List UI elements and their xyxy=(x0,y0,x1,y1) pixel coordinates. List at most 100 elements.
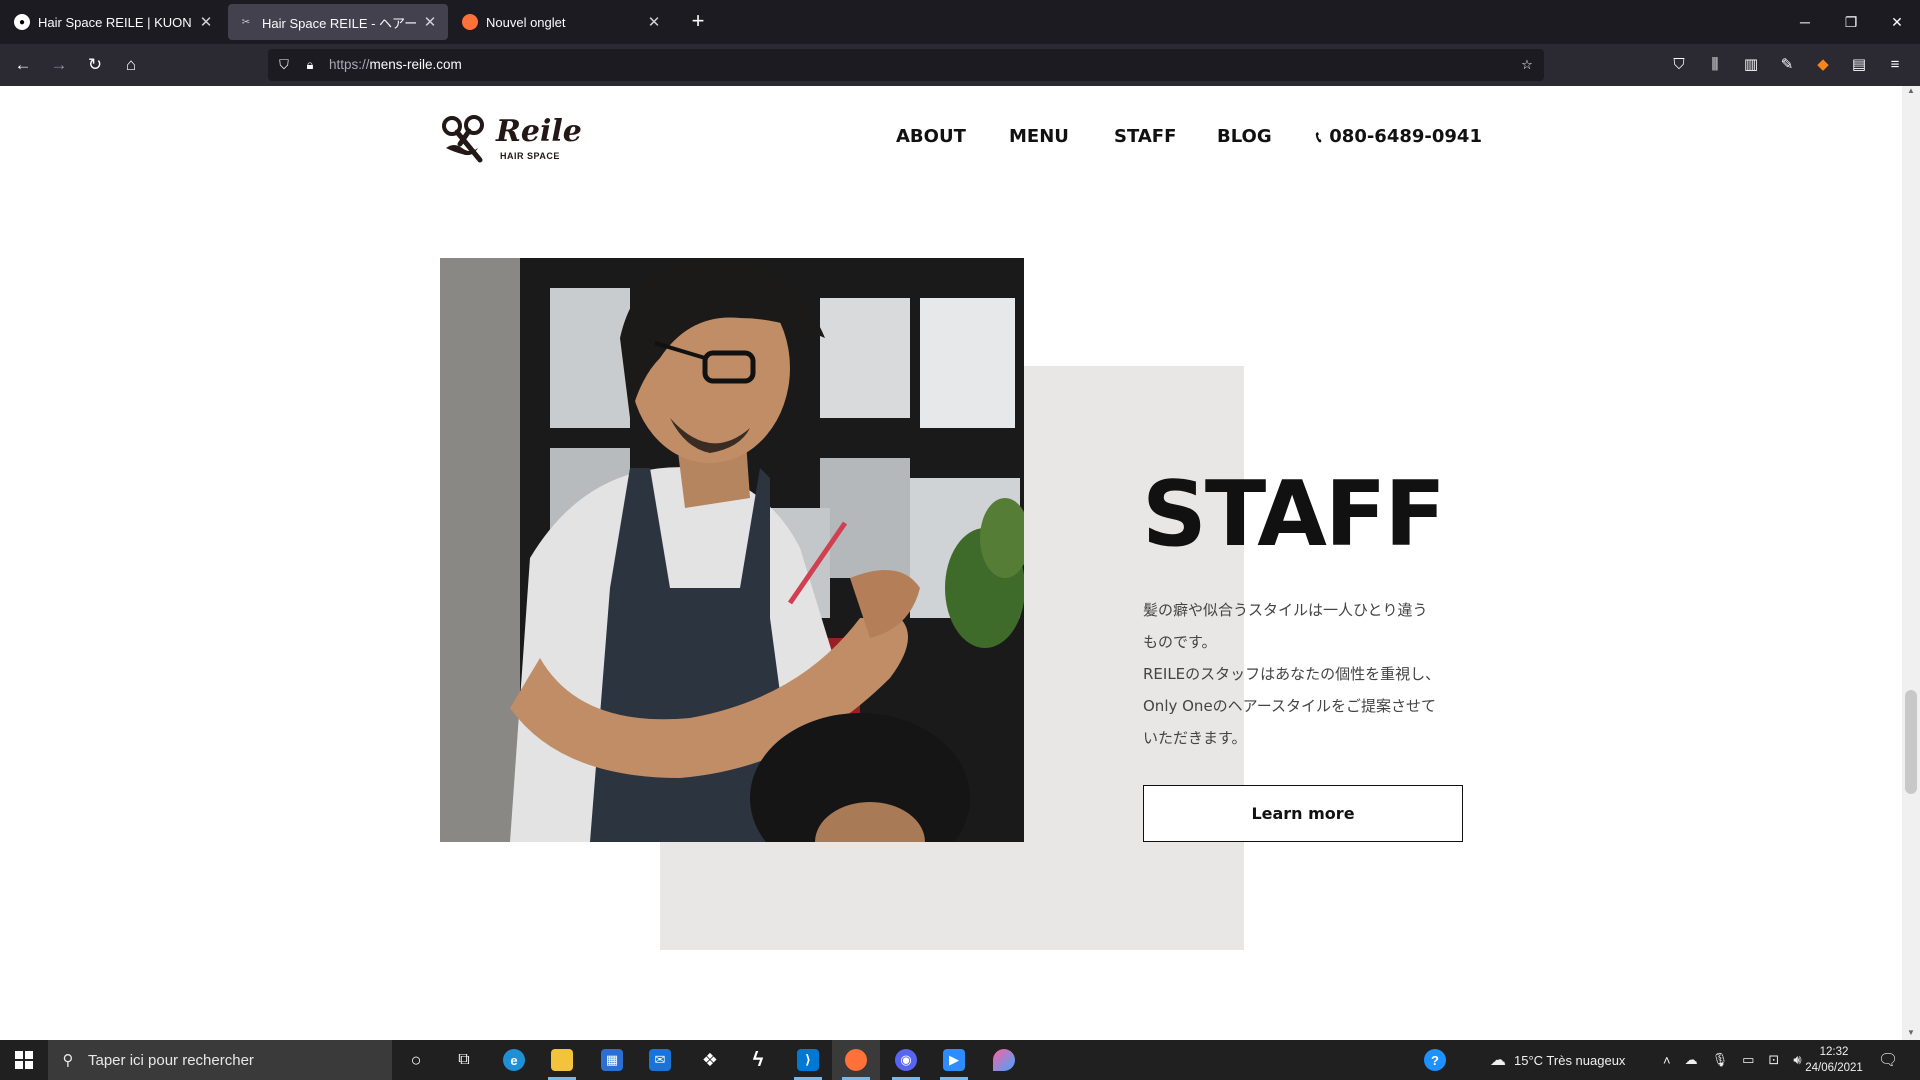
firefox-favicon-icon xyxy=(462,14,478,30)
edit-extension-icon[interactable]: ✎ xyxy=(1776,53,1798,75)
discord-app[interactable]: ◉ xyxy=(882,1040,930,1080)
windows-logo-icon xyxy=(15,1051,33,1069)
nav-blog[interactable]: BLOG xyxy=(1217,126,1272,147)
extension-menu-icon[interactable]: ▤ xyxy=(1848,53,1870,75)
taskbar-search[interactable]: ⚲ Taper ici pour rechercher xyxy=(48,1040,392,1080)
scroll-up-icon[interactable]: ▲ xyxy=(1902,86,1920,98)
weather-text: 15°C Très nuageux xyxy=(1514,1052,1626,1068)
lock-icon[interactable]: 🔒︎ xyxy=(301,56,319,74)
phone-link[interactable]: 📞︎ 080-6489-0941 xyxy=(1316,126,1482,147)
pocket-icon[interactable]: ⛉ xyxy=(1668,53,1690,75)
site-favicon-icon: ● xyxy=(14,14,30,30)
search-icon: ⚲ xyxy=(62,1052,74,1069)
onedrive-icon[interactable]: ☁ xyxy=(1685,1052,1698,1068)
firefox-icon xyxy=(845,1049,867,1071)
close-tab-icon[interactable]: ✕ xyxy=(422,13,438,31)
discord-icon: ◉ xyxy=(895,1049,917,1071)
notification-center-button[interactable]: 🗨︎ xyxy=(1878,1040,1898,1080)
hamburger-menu-icon[interactable]: ≡ xyxy=(1884,53,1906,75)
task-view-icon: ⧉ xyxy=(458,1051,470,1068)
section-title: STAFF xyxy=(1142,462,1446,567)
metamask-extension-icon[interactable]: ◆ xyxy=(1812,53,1834,75)
tab-title: Hair Space REILE | KUON YAGI P xyxy=(38,14,194,30)
edge-app[interactable]: e xyxy=(490,1040,538,1080)
site-logo[interactable]: Reile HAIR SPACE xyxy=(440,114,582,166)
barber-photo-illustration xyxy=(440,258,1024,842)
task-view-button[interactable]: ⧉ xyxy=(440,1040,488,1080)
dropbox-icon: ❖ xyxy=(701,1049,719,1070)
cortana-button[interactable]: ○ xyxy=(392,1040,440,1080)
edge-icon: e xyxy=(503,1049,525,1071)
browser-toolbar: ← → ↻ ⌂ ⛉ 🔒︎ https://mens-reile.com ☆ ⛉ … xyxy=(0,44,1920,86)
phone-icon: 📞︎ xyxy=(1316,127,1322,146)
mail-app[interactable]: ✉ xyxy=(636,1040,684,1080)
bookmark-star-icon[interactable]: ☆ xyxy=(1518,56,1536,74)
staff-photo xyxy=(440,258,1024,842)
nav-staff[interactable]: STAFF xyxy=(1114,126,1176,147)
firefox-app[interactable] xyxy=(832,1040,880,1080)
scissors-favicon-icon: ✂ xyxy=(241,16,251,28)
scroll-down-icon[interactable]: ▼ xyxy=(1902,1028,1920,1040)
description-line: REILEのスタッフはあなたの個性を重視し、 xyxy=(1143,665,1441,683)
page-scrollbar[interactable]: ▲ ▼ xyxy=(1902,86,1920,1040)
microphone-icon[interactable]: 🎙︎ xyxy=(1712,1052,1729,1068)
tab-reile-home[interactable]: ✂ Hair Space REILE - ヘアースペ ✕ xyxy=(228,4,448,40)
description-line: 髪の癖や似合うスタイルは一人ひとり違う xyxy=(1143,601,1428,619)
close-tab-icon[interactable]: ✕ xyxy=(198,13,214,31)
weather-widget[interactable]: ☁ 15°C Très nuageux xyxy=(1490,1040,1625,1080)
reload-icon[interactable]: ↻ xyxy=(81,51,109,79)
chevron-up-icon[interactable]: ˄ xyxy=(1663,1053,1671,1068)
minimize-icon[interactable]: ─ xyxy=(1782,0,1828,44)
home-icon[interactable]: ⌂ xyxy=(117,51,145,79)
zoom-icon: ▶ xyxy=(943,1049,965,1071)
browser-tab-bar: ● Hair Space REILE | KUON YAGI P ✕ ✂ Hai… xyxy=(0,0,1920,44)
help-tray[interactable]: ? xyxy=(1424,1040,1446,1080)
dropbox-app[interactable]: ❖ xyxy=(686,1040,734,1080)
back-icon[interactable]: ← xyxy=(9,51,37,79)
new-tab-button[interactable]: + xyxy=(686,10,710,34)
help-icon: ? xyxy=(1424,1049,1446,1071)
url-text[interactable]: https://mens-reile.com xyxy=(329,57,462,72)
tab-reile-kuon[interactable]: ● Hair Space REILE | KUON YAGI P ✕ xyxy=(4,4,224,40)
nav-menu[interactable]: MENU xyxy=(1009,126,1069,147)
vscode-icon: ⟩ xyxy=(797,1049,819,1071)
learn-more-button[interactable]: Learn more xyxy=(1143,785,1463,842)
tab-new[interactable]: Nouvel onglet ✕ xyxy=(452,4,672,40)
battery-icon[interactable]: ▭ xyxy=(1742,1052,1754,1068)
web-page: Reile HAIR SPACE ABOUT MENU STAFF BLOG 📞… xyxy=(0,86,1902,1040)
cortana-icon: ○ xyxy=(410,1049,422,1070)
start-button[interactable] xyxy=(0,1040,48,1080)
network-icon[interactable]: ⊡ xyxy=(1768,1052,1779,1068)
scrollbar-thumb[interactable] xyxy=(1905,690,1917,794)
search-placeholder: Taper ici pour rechercher xyxy=(88,1051,254,1069)
cloud-icon: ☁ xyxy=(1490,1052,1506,1069)
nav-about[interactable]: ABOUT xyxy=(896,126,966,147)
zoom-app[interactable]: ▶ xyxy=(930,1040,978,1080)
shield-icon[interactable]: ⛉ xyxy=(275,56,293,74)
store-app[interactable]: ▦ xyxy=(588,1040,636,1080)
file-explorer-app[interactable] xyxy=(538,1040,586,1080)
notification-icon: 🗨︎ xyxy=(1878,1052,1899,1069)
url-bar[interactable]: ⛉ 🔒︎ https://mens-reile.com ☆ xyxy=(268,49,1544,81)
close-tab-icon[interactable]: ✕ xyxy=(646,13,662,31)
lightning-icon: ϟ xyxy=(752,1048,764,1071)
restore-icon[interactable]: ❐ xyxy=(1828,0,1874,44)
tab-title: Nouvel onglet xyxy=(486,14,566,30)
library-icon[interactable]: ⫼ xyxy=(1704,53,1726,75)
paint-app[interactable] xyxy=(980,1040,1028,1080)
description-line: ものです。 xyxy=(1143,633,1217,651)
sidebar-icon[interactable]: ▥ xyxy=(1740,53,1762,75)
logo-subtitle: HAIR SPACE xyxy=(500,151,560,161)
scissors-logo-icon xyxy=(442,115,484,163)
logo-wordmark: Reile xyxy=(496,114,582,149)
close-window-icon[interactable]: ✕ xyxy=(1874,0,1920,44)
shell-app[interactable]: ϟ xyxy=(734,1040,782,1080)
clock-time: 12:32 xyxy=(1819,1046,1849,1058)
forward-icon[interactable]: → xyxy=(45,51,73,79)
url-scheme: https:// xyxy=(329,57,370,72)
vscode-app[interactable]: ⟩ xyxy=(784,1040,832,1080)
clock[interactable]: 12:32 24/06/2021 xyxy=(1792,1044,1876,1076)
description-line: Only Oneのヘアースタイルをご提案させて xyxy=(1143,697,1437,715)
clock-date: 24/06/2021 xyxy=(1805,1062,1863,1074)
paint-drop-icon xyxy=(993,1049,1015,1071)
